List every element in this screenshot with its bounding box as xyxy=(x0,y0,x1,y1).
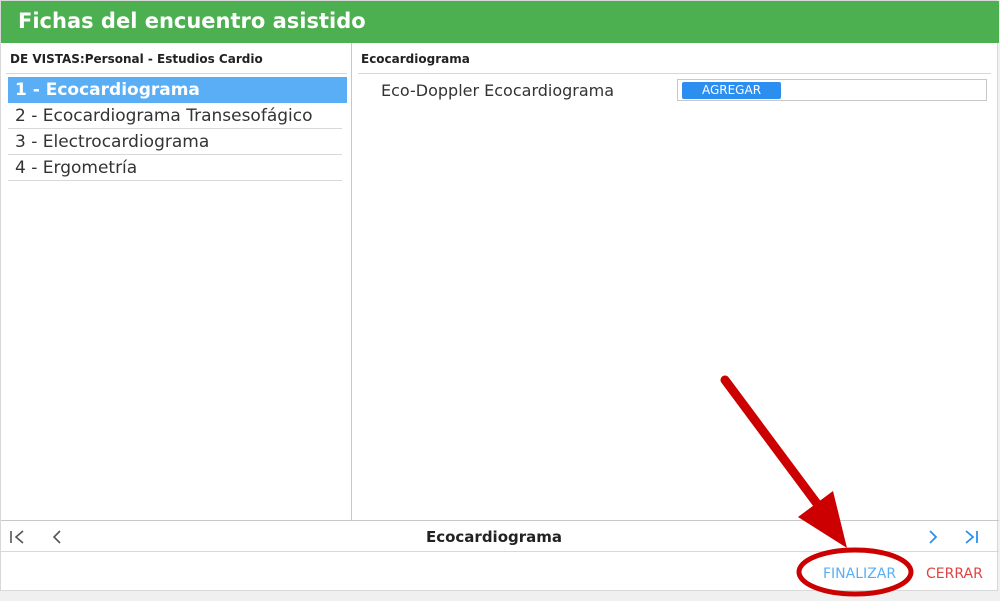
list-item-ecocardiograma[interactable]: 1 - Ecocardiograma xyxy=(8,77,347,103)
dialog-title: Fichas del encuentro asistido xyxy=(18,9,366,33)
form-pane-header: Ecocardiograma xyxy=(361,52,470,66)
list-item-label: 4 - Ergometría xyxy=(15,158,138,178)
chevron-right-icon xyxy=(929,530,938,544)
views-pane: DE VISTAS:Personal - Estudios Cardio 1 -… xyxy=(1,43,352,520)
form-field-row: Eco-Doppler Ecocardiograma AGREGAR xyxy=(353,77,993,105)
last-page-icon xyxy=(965,530,978,544)
pager-title: Ecocardiograma xyxy=(425,528,563,546)
divider xyxy=(358,73,991,74)
list-item-label: 1 - Ecocardiograma xyxy=(15,80,200,100)
encounter-dialog: Fichas del encuentro asistido DE VISTAS:… xyxy=(0,0,999,592)
dialog-footer: FINALIZAR CERRAR xyxy=(1,553,999,592)
list-item-electrocardiograma[interactable]: 3 - Electrocardiograma xyxy=(8,129,347,155)
finalizar-button[interactable]: FINALIZAR xyxy=(823,566,896,582)
next-page-button[interactable] xyxy=(921,527,945,547)
list-item-ergometria[interactable]: 4 - Ergometría xyxy=(8,155,347,181)
form-pane: Ecocardiograma Eco-Doppler Ecocardiogram… xyxy=(353,43,999,520)
pager-bar: Ecocardiograma xyxy=(1,520,999,552)
views-pane-header: DE VISTAS:Personal - Estudios Cardio xyxy=(10,52,263,66)
title-bar: Fichas del encuentro asistido xyxy=(1,1,999,43)
list-item-label: 3 - Electrocardiograma xyxy=(15,132,210,152)
list-item-label: 2 - Ecocardiograma Transesofágico xyxy=(15,106,313,126)
last-page-button[interactable] xyxy=(958,527,982,547)
field-value-box: AGREGAR xyxy=(677,79,987,101)
agregar-button[interactable]: AGREGAR xyxy=(682,82,781,99)
field-label: Eco-Doppler Ecocardiograma xyxy=(381,81,615,100)
cerrar-button[interactable]: CERRAR xyxy=(926,566,983,582)
divider xyxy=(6,73,347,74)
views-list: 1 - Ecocardiograma 2 - Ecocardiograma Tr… xyxy=(8,77,347,181)
list-item-ecocardiograma-transesofagico[interactable]: 2 - Ecocardiograma Transesofágico xyxy=(8,103,347,129)
divider xyxy=(8,180,342,181)
